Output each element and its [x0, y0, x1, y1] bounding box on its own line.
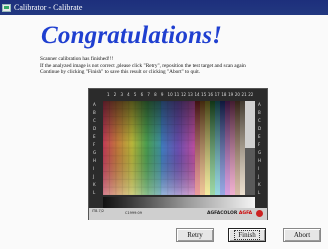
column-number: 7	[147, 92, 150, 97]
row-letter: D	[93, 126, 97, 131]
row-ruler-right: ABCDEFGHIJKL	[257, 101, 265, 197]
row-letter: A	[93, 102, 96, 107]
column-number: 16	[207, 92, 213, 97]
column-number: 17	[214, 92, 220, 97]
column-number: 10	[167, 92, 173, 97]
row-letter: J	[93, 174, 95, 179]
column-number: 15	[201, 92, 207, 97]
column-number: 22	[248, 92, 254, 97]
column-number: 5	[133, 92, 137, 97]
row-letter: L	[93, 190, 96, 195]
row-letter: F	[258, 142, 261, 147]
finish-button[interactable]: Finish	[228, 228, 266, 242]
row-letter: B	[258, 110, 261, 115]
column-number: 19	[228, 92, 234, 97]
column-number: 12	[181, 92, 187, 97]
color-patch-ramps-right	[195, 101, 255, 195]
color-patch-grid-middle	[161, 101, 195, 195]
column-number: 6	[140, 92, 144, 97]
column-number: 8	[154, 92, 157, 97]
message-line: Scanner calibration has finished!!!	[40, 56, 114, 62]
row-letter: L	[258, 190, 261, 195]
row-letter: I	[258, 166, 260, 171]
column-number: 18	[221, 92, 227, 97]
column-ruler: 1 2 3 4 5 6 7 8 9 10 11 12 13 14 15 16 17 18 19 20 21 22	[107, 91, 255, 99]
target-serial: C1999:09	[125, 211, 142, 215]
headline: Congratulations!	[41, 22, 223, 49]
row-letter: G	[93, 150, 97, 155]
message-line: If the analyzed image is not correct ,pl…	[40, 62, 246, 69]
row-letter: H	[258, 158, 262, 163]
calibrator-window: Calibrator - Calibrate Congratulations! …	[0, 0, 328, 249]
row-letter: G	[258, 150, 262, 155]
row-letter: D	[258, 126, 262, 131]
column-number: 14	[194, 92, 200, 97]
target-label: IT8.7/2	[92, 209, 105, 213]
scanned-target-image: 1 2 3 4 5 6 7 8 9 10 11 12 13 14 15 16 17 18 19 20 21 22 ABCD…	[88, 88, 268, 220]
column-number: 21	[241, 92, 247, 97]
column-number: 20	[234, 92, 240, 97]
calibration-message: Scanner calibration has finished!!! If t…	[40, 56, 328, 76]
column-number: 1	[107, 92, 110, 97]
row-letter: C	[258, 118, 261, 123]
column-number: 9	[160, 92, 164, 97]
row-letter: B	[93, 110, 96, 115]
row-letter: K	[258, 182, 261, 187]
row-ruler-left: ABCDEFGHIJKL	[92, 101, 102, 197]
target-brand: AGFACOLOR AGFA	[207, 211, 253, 216]
row-letter: C	[93, 118, 96, 123]
target-footer: IT8.7/2 C1999:09 AGFACOLOR AGFA	[89, 208, 267, 220]
message-line: Continue by clicking "Finish" to save th…	[40, 69, 201, 76]
abort-button[interactable]: Abort	[283, 228, 321, 242]
column-number: 3	[120, 92, 123, 97]
row-letter: K	[93, 182, 96, 187]
row-letter: F	[93, 142, 96, 147]
title-bar: Calibrator - Calibrate	[0, 0, 328, 15]
retry-button[interactable]: Retry	[176, 228, 214, 242]
color-patch-grid-left	[103, 101, 161, 195]
row-letter: I	[93, 166, 95, 171]
row-letter: A	[258, 102, 261, 107]
app-icon	[2, 3, 11, 12]
column-number: 4	[127, 92, 130, 97]
dialog-content: Congratulations! Scanner calibration has…	[0, 15, 328, 249]
column-number: 2	[113, 92, 117, 97]
row-letter: E	[93, 134, 96, 139]
row-letter: E	[258, 134, 261, 139]
column-number: 13	[187, 92, 193, 97]
row-letter: J	[258, 174, 260, 179]
column-number: 11	[174, 92, 180, 97]
row-letter: H	[93, 158, 97, 163]
window-title: Calibrator - Calibrate	[14, 3, 83, 12]
agfa-logo-icon	[256, 210, 263, 217]
gray-scale-strip	[103, 197, 255, 208]
